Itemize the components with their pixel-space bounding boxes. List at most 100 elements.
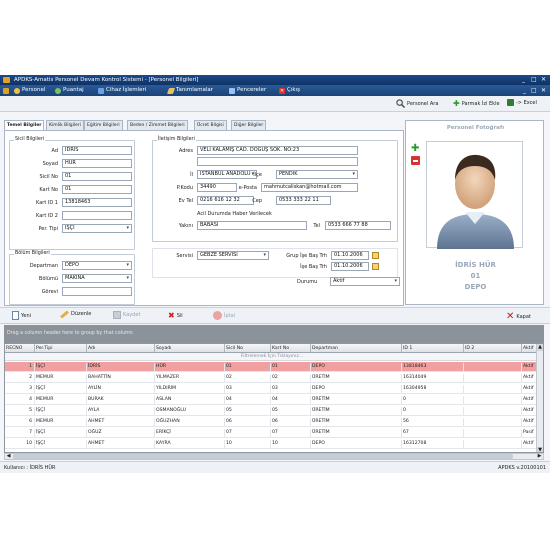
scroll-right-icon[interactable]: ▶ (536, 454, 543, 459)
duzenle-button[interactable]: Düzenle (60, 309, 91, 319)
child-restore-button[interactable]: □ (531, 85, 537, 96)
table-row[interactable]: 3 İŞÇİ AYLİN YILDIRIM 03 03 DEPO 16304958 Aktif (5, 384, 538, 394)
add-photo-button[interactable]: ✚ (411, 143, 419, 154)
per-tipi-select[interactable]: İŞÇİ (62, 224, 132, 233)
iptal-button[interactable]: İptal (213, 311, 235, 320)
plus-icon: ✚ (453, 99, 460, 108)
ad-field[interactable]: İDRİS (62, 146, 132, 155)
tab-kimlik-bilgileri[interactable]: Kimlik Bilgileri (46, 120, 84, 130)
table-row[interactable]: 1 İŞÇİ İDRİS HÜR 01 01 DEPO 13818463 Aktif (5, 362, 538, 372)
minimize-button[interactable]: _ (522, 75, 525, 85)
scroll-up-icon[interactable]: ▲ (537, 344, 543, 351)
parmak-izi-ekle-button[interactable]: ✚ Parmak İzi Ekle (453, 99, 500, 108)
menu-cihaz-islemleri[interactable]: Cihaz İşlemleri (98, 85, 146, 96)
ise-bas-field[interactable]: 01.10.2006 (331, 262, 369, 271)
group-by-area[interactable]: Drag a column header here to group by th… (4, 325, 544, 343)
remove-photo-button[interactable] (411, 156, 420, 165)
calendar-icon[interactable] (372, 252, 379, 259)
yakini-field[interactable]: BABASI (197, 221, 307, 230)
kart-id2-field[interactable] (62, 211, 132, 220)
table-row[interactable]: 4 MEMUR BURAK ASLAN 04 04 ÜRETİM 0 Aktif (5, 395, 538, 405)
menu-puantaj[interactable]: Puantaj (55, 85, 84, 96)
kapat-button[interactable]: ✕ Kapat (506, 311, 531, 322)
sil-button[interactable]: ✖ Sil (168, 311, 183, 320)
person-silhouette-icon (437, 154, 514, 249)
table-cell: 16314049 (402, 374, 464, 382)
maximize-button[interactable]: □ (531, 75, 537, 85)
il-select[interactable]: İSTANBUL ANADOLU (197, 170, 257, 179)
cancel-icon (213, 311, 222, 320)
column-header[interactable]: ID 2 (464, 344, 522, 353)
column-header[interactable]: RECNO (5, 344, 35, 353)
eposta-field[interactable]: mahmutcaliskan@hotmail.com (261, 183, 358, 192)
adres-field[interactable]: VELİ KALAMIŞ CAD. DOĞUŞ SOK. NO:23 (197, 146, 358, 155)
servisi-select[interactable]: GEBZE SERVİSİ (197, 251, 269, 260)
vertical-scrollbar[interactable]: ▲ ▼ (536, 344, 543, 452)
soyad-field[interactable]: HÜR (62, 159, 132, 168)
kaydet-button[interactable]: Kaydet (113, 311, 140, 319)
calendar-icon-2[interactable] (372, 263, 379, 270)
table-cell: İŞÇİ (35, 363, 87, 371)
table-cell (464, 418, 522, 426)
table-cell: ERİKÇİ (155, 429, 225, 437)
kart-id1-field[interactable]: 13818463 (62, 198, 132, 207)
table-cell: 02 (225, 374, 271, 382)
bolumu-select[interactable]: MAKİNA (62, 274, 132, 283)
close-button[interactable]: ✕ (541, 75, 546, 85)
adres-field-2[interactable] (197, 157, 358, 166)
column-header[interactable]: Per.Tipi (35, 344, 87, 353)
child-minimize-button[interactable]: _ (523, 85, 526, 96)
menu-tanimlamalar[interactable]: Tanımlamalar (166, 85, 213, 96)
table-cell: MEMUR (35, 418, 87, 426)
sicil-no-field[interactable]: 01 (62, 172, 132, 181)
scroll-left-icon[interactable]: ◀ (5, 454, 12, 459)
scroll-thumb[interactable] (13, 454, 513, 459)
sicil-group: Sicil Bilgileri Ad İDRİS Soyad HÜR Sicil… (9, 137, 135, 250)
evtel-field[interactable]: 0216 616 12 32 (197, 196, 254, 205)
table-row[interactable]: 6 MEMUR AHMET OĞUZHAN 06 06 ÜRETİM 56 Aktif (5, 417, 538, 427)
table-row[interactable]: 10 İŞÇİ AHMET KAYRA 10 10 DEPO 16312708 Aktif (5, 439, 538, 449)
column-header[interactable]: Kart No (271, 344, 311, 353)
cep-field[interactable]: 0533 333 22 11 (276, 196, 331, 205)
column-header[interactable]: ID 1 (402, 344, 464, 353)
table-cell: BURAK (87, 396, 155, 404)
child-close-button[interactable]: ✕ (541, 85, 546, 96)
pkodu-field[interactable]: 34490 (197, 183, 237, 192)
grup-ise-bas-field[interactable]: 01.10.2006 (331, 251, 369, 260)
tab-beden-zimmet[interactable]: Beden / Zimmet Bilgileri (127, 120, 188, 130)
acil-tel-field[interactable]: 0533 666 77 88 (325, 221, 391, 230)
menu-cikis[interactable]: ✕ Çıkış (279, 85, 300, 96)
column-header[interactable]: Adı (87, 344, 155, 353)
personel-ara-button[interactable]: Personel Ara (396, 99, 438, 108)
tab-egitim-bilgileri[interactable]: Eğitim Bilgileri (84, 120, 123, 130)
table-cell (464, 429, 522, 437)
excel-export-button[interactable]: -> Excel (507, 99, 537, 106)
gorevi-field[interactable] (62, 287, 132, 296)
filter-row[interactable]: Filtrelemek İçin Tıklayınız... (5, 353, 538, 361)
column-header[interactable]: Soyadı (155, 344, 225, 353)
sicil-no-label: Sicil No (39, 174, 58, 180)
table-cell: ÜRETİM (311, 396, 402, 404)
menu-personel[interactable]: Personel (14, 85, 45, 96)
menu-pencereler[interactable]: Pencereler (229, 85, 266, 96)
kart-no-field[interactable]: 01 (62, 185, 132, 194)
durumu-select[interactable]: Aktif (330, 277, 400, 286)
column-header[interactable]: Sicil No (225, 344, 271, 353)
table-cell: HÜR (155, 363, 225, 371)
delete-icon: ✖ (168, 311, 175, 320)
tab-diger-bilgiler[interactable]: Diğer Bilgiler (231, 120, 267, 130)
ilce-select[interactable]: PENDİK (276, 170, 358, 179)
pencil-icon (166, 87, 176, 94)
table-row[interactable]: 5 İŞÇİ AYLA OSMANOĞLU 05 05 ÜRETİM 0 Aktif (5, 406, 538, 416)
window-title: APDKS-Amatis Personel Devam Kontrol Sist… (14, 77, 199, 83)
adres-label: Adres (178, 148, 193, 154)
table-row[interactable]: 7 İŞÇİ OĞUZ ERİKÇİ 07 07 ÜRETİM 67 Pasif (5, 428, 538, 438)
table-cell: 03 (225, 385, 271, 393)
tab-ucret-bilgisi[interactable]: Ücret Bilgisi (194, 120, 227, 130)
departman-select[interactable]: DEPO (62, 261, 132, 270)
table-cell: 01 (225, 363, 271, 371)
horizontal-scrollbar[interactable]: ◀ ▶ (4, 453, 544, 460)
column-header[interactable]: Departman (311, 344, 402, 353)
yeni-button[interactable]: Yeni (12, 311, 31, 320)
table-row[interactable]: 2 MEMUR BAHATTİN YILMAZER 02 02 ÜRETİM 16314049… (5, 373, 538, 383)
